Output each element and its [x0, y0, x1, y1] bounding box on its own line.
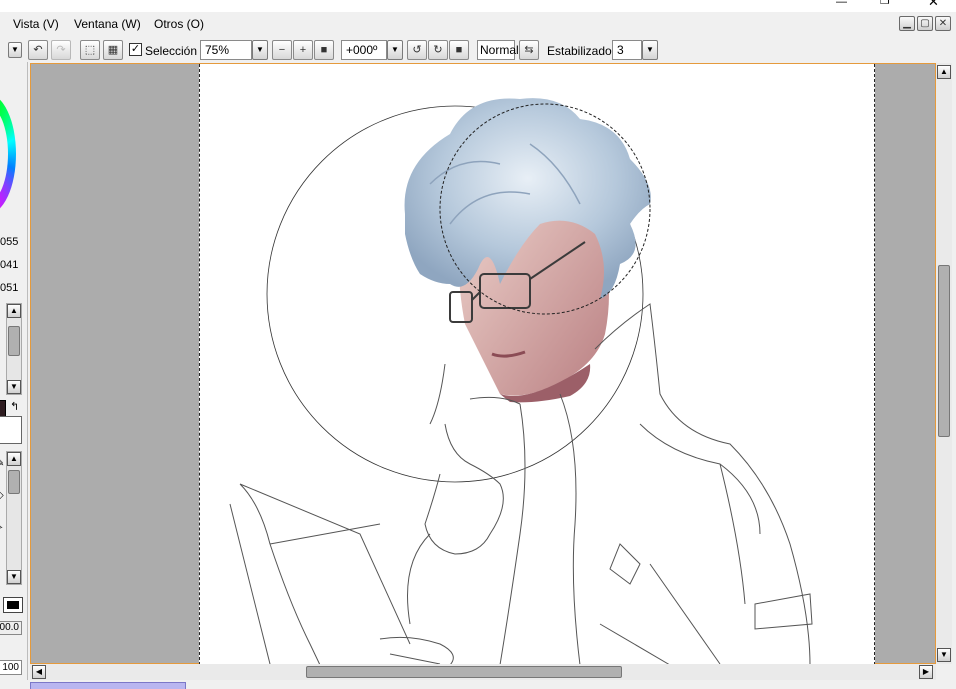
reset-rotation-button[interactable]: ■ — [449, 40, 469, 60]
color-value-v[interactable]: 051 — [0, 282, 18, 294]
zoom-in-icon: + — [299, 44, 307, 56]
rotate-cw-icon: ↻ — [433, 44, 443, 56]
stabilizer-dropdown-button[interactable]: ▼ — [642, 40, 658, 60]
blend-mode-button[interactable]: Normal — [477, 40, 519, 60]
drawing-canvas[interactable] — [199, 64, 875, 665]
toolbar-menu-arrow[interactable]: ▼ — [8, 42, 22, 58]
rotation-field[interactable]: +000º — [341, 40, 387, 60]
zoom-in-button[interactable]: + — [293, 40, 313, 60]
menu-otros[interactable]: Otros (O) — [154, 17, 204, 31]
scroll-down-button[interactable]: ▼ — [937, 648, 951, 662]
tool-scroll-thumb[interactable] — [8, 470, 20, 494]
selection-label: Selección — [145, 44, 198, 58]
black-color-chip[interactable] — [3, 597, 23, 613]
reset-zoom-icon: ■ — [320, 44, 328, 56]
pen-tool-icon[interactable]: ✎ — [0, 458, 4, 469]
deselect-button[interactable]: ⬚ — [80, 40, 100, 60]
mdi-close-button[interactable]: ✕ — [935, 16, 951, 31]
tool-list-scrollbar[interactable]: ▲ ▼ — [6, 451, 22, 585]
color-value-h[interactable]: 055 — [0, 236, 18, 248]
eraser-tool-icon[interactable]: ◇ — [0, 490, 4, 501]
menu-bar: Vista (V) Ventana (W) Otros (O) ▁ ▢ ✕ — [0, 12, 956, 38]
invert-selection-icon: ▦ — [107, 44, 119, 56]
close-window-icon[interactable]: ✕ — [928, 0, 939, 10]
tool-scroll-down[interactable]: ▼ — [7, 570, 21, 584]
reset-zoom-button[interactable]: ■ — [314, 40, 334, 60]
opacity-field[interactable]: 00.0 — [0, 621, 22, 635]
zoom-field[interactable]: 75% — [200, 40, 252, 60]
title-strip: — ❐ ✕ — [0, 0, 956, 12]
tool-scroll-up[interactable]: ▲ — [7, 452, 21, 466]
rotation-dropdown-button[interactable]: ▼ — [387, 40, 403, 60]
canvas-area[interactable] — [30, 63, 936, 665]
rotate-cw-button[interactable]: ↻ — [428, 40, 448, 60]
swatch-scroll-thumb[interactable] — [8, 326, 20, 356]
artwork — [229, 98, 813, 665]
rotate-ccw-icon: ↺ — [412, 44, 422, 56]
zoom-out-icon: − — [278, 44, 286, 56]
menu-vista[interactable]: Vista (V) — [13, 17, 59, 31]
brush-size-field[interactable]: 100 — [0, 660, 22, 675]
scroll-up-button[interactable]: ▲ — [937, 65, 951, 79]
minimize-window-icon[interactable]: — — [836, 0, 847, 8]
canvas-tab[interactable] — [30, 682, 186, 689]
swatch-scroll-down[interactable]: ▼ — [7, 380, 21, 394]
bottom-strip — [0, 680, 956, 689]
left-tool-panel: 055 041 051 ▲ ▼ ↰ ▲ ▼ ✎ ◇ ⟡ 00.0 100 — [0, 62, 28, 682]
swap-colors-icon[interactable]: ↰ — [10, 400, 19, 413]
selection-checkbox[interactable]: ✓ — [129, 43, 142, 56]
redo-button[interactable]: ↷ — [51, 40, 71, 60]
scroll-right-button[interactable]: ▶ — [919, 665, 933, 679]
rotate-ccw-button[interactable]: ↺ — [407, 40, 427, 60]
flip-horizontal-icon: ⇆ — [524, 44, 534, 56]
invert-selection-button[interactable]: ▦ — [103, 40, 123, 60]
restore-window-icon[interactable]: ❐ — [880, 0, 890, 7]
deselect-icon: ⬚ — [84, 44, 96, 56]
background-color-swatch[interactable] — [0, 416, 22, 444]
vertical-scroll-thumb[interactable] — [938, 265, 950, 437]
vertical-scrollbar[interactable]: ▲ ▼ — [936, 63, 952, 664]
blur-tool-icon[interactable]: ⟡ — [0, 522, 3, 533]
color-value-s[interactable]: 041 — [0, 259, 18, 271]
flip-horizontal-button[interactable]: ⇆ — [519, 40, 539, 60]
swatch-scroll-up[interactable]: ▲ — [7, 304, 21, 318]
stabilizer-field[interactable]: 3 — [612, 40, 642, 60]
swatch-scrollbar[interactable]: ▲ ▼ — [6, 303, 22, 395]
redo-icon: ↷ — [56, 44, 66, 56]
zoom-dropdown-button[interactable]: ▼ — [252, 40, 268, 60]
undo-icon: ↶ — [33, 44, 43, 56]
mdi-minimize-button[interactable]: ▁ — [899, 16, 915, 31]
horizontal-scroll-thumb[interactable] — [306, 666, 622, 678]
horizontal-scrollbar[interactable]: ◀ ▶ — [30, 664, 936, 680]
stabilizer-label: Estabilizador — [547, 44, 616, 58]
mdi-maximize-button[interactable]: ▢ — [917, 16, 933, 31]
zoom-out-button[interactable]: − — [272, 40, 292, 60]
scroll-left-button[interactable]: ◀ — [32, 665, 46, 679]
undo-button[interactable]: ↶ — [28, 40, 48, 60]
canvas-toolbar: ▼ ↶ ↷ ⬚ ▦ ✓ Selección 75% ▼ − + ■ +000º … — [0, 38, 956, 62]
menu-ventana[interactable]: Ventana (W) — [74, 17, 141, 31]
reset-rotation-icon: ■ — [455, 44, 463, 56]
